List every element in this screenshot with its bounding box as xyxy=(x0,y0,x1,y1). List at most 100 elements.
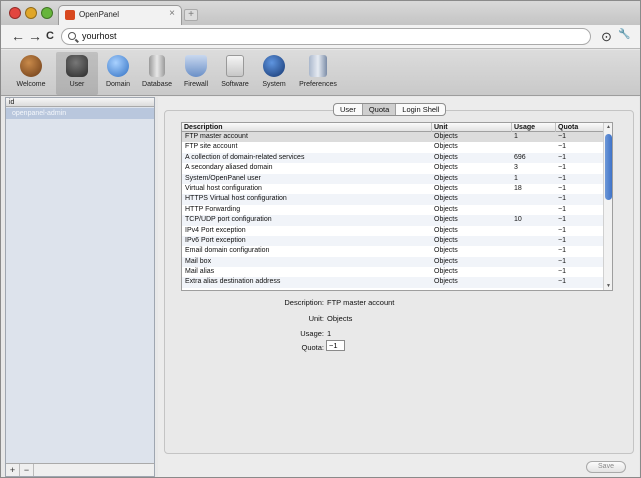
wrench-icon[interactable]: 🔧 xyxy=(618,29,630,40)
table-row[interactable]: TCP/UDP port configuration Objects 10 −1 xyxy=(182,215,605,226)
shield-icon xyxy=(185,55,207,77)
table-row[interactable]: Email domain configuration Objects −1 xyxy=(182,246,605,256)
table-header: Description Unit Usage Quota xyxy=(182,123,605,132)
toolbar-item-welcome[interactable]: Welcome xyxy=(8,52,54,95)
toolbar-item-system[interactable]: System xyxy=(251,52,297,95)
table-row[interactable]: Mail box Objects −1 xyxy=(182,256,605,268)
table-row[interactable]: A collection of domain-related services O… xyxy=(182,152,605,164)
cell-description: Mail box xyxy=(185,257,212,265)
cell-quota: −1 xyxy=(558,236,566,244)
close-window-icon[interactable] xyxy=(9,7,21,19)
table-scrollbar[interactable]: ▲ ▼ xyxy=(603,123,612,290)
table-row[interactable]: FTP master account Objects 1 −1 xyxy=(182,132,605,143)
add-button[interactable]: + xyxy=(6,464,20,476)
cell-description: IPv6 Port exception xyxy=(185,236,246,244)
section-tabs: User Quota Login Shell xyxy=(333,103,447,116)
cell-usage: 696 xyxy=(514,153,526,161)
cell-quota: −1 xyxy=(558,195,566,203)
cell-description: Virtual host configuration xyxy=(185,184,262,192)
cell-description: FTP master account xyxy=(185,133,248,140)
table-body: FTP master account Objects 1 −1 FTP site acc… xyxy=(182,132,605,288)
table-row[interactable]: A secondary aliased domain Objects 3 −1 xyxy=(182,163,605,173)
column-usage[interactable]: Usage xyxy=(512,123,556,132)
toolbar-label: Welcome xyxy=(16,81,46,88)
scroll-thumb[interactable] xyxy=(605,134,612,200)
column-quota[interactable]: Quota xyxy=(556,123,605,132)
description-label: Description: xyxy=(284,298,324,307)
navigation-bar: ← → C yourhost ⊙ 🔧 xyxy=(1,25,640,49)
tab-title: OpenPanel xyxy=(79,10,120,19)
cell-quota: −1 xyxy=(558,133,566,140)
cell-description: HTTPS Virtual host configuration xyxy=(185,195,287,203)
back-icon[interactable]: ← xyxy=(11,28,25,44)
minimize-window-icon[interactable] xyxy=(25,7,37,19)
globe-icon xyxy=(107,55,129,77)
cell-quota: −1 xyxy=(558,184,566,192)
cell-unit: Objects xyxy=(434,143,458,151)
tab-login-shell[interactable]: Login Shell xyxy=(396,104,445,115)
toolbar-label: System xyxy=(262,81,286,88)
browser-tab[interactable]: OpenPanel × xyxy=(58,5,182,25)
toolbar-item-preferences[interactable]: Preferences xyxy=(293,52,343,95)
cell-usage: 1 xyxy=(514,174,518,182)
cell-description: A secondary aliased domain xyxy=(185,164,273,172)
zoom-window-icon[interactable] xyxy=(41,7,53,19)
tab-user[interactable]: User xyxy=(334,104,363,115)
cell-description: HTTP Forwarding xyxy=(185,205,241,213)
cell-unit: Objects xyxy=(434,205,458,213)
column-unit[interactable]: Unit xyxy=(432,123,512,132)
cell-unit: Objects xyxy=(434,153,458,161)
title-bar: OpenPanel × + xyxy=(1,1,640,25)
sidebar-footer: + − xyxy=(6,463,154,476)
tab-close-icon[interactable]: × xyxy=(169,8,175,19)
main-panel: Description Unit Usage Quota FTP master … xyxy=(158,97,639,477)
cell-unit: Objects xyxy=(434,195,458,203)
reload-icon[interactable]: C xyxy=(46,28,54,44)
cell-quota: −1 xyxy=(558,247,566,255)
table-row[interactable]: System/OpenPanel user Objects 1 −1 xyxy=(182,173,605,184)
table-row[interactable]: IPv4 Port exception Objects −1 xyxy=(182,226,605,236)
scroll-down-icon[interactable]: ▼ xyxy=(605,283,612,289)
table-row[interactable]: Extra alias destination address Objects −1 xyxy=(182,277,605,288)
cell-description: Extra alias destination address xyxy=(185,278,281,286)
cell-description: System/OpenPanel user xyxy=(185,174,261,182)
toolbar-label: Preferences xyxy=(299,81,337,88)
sidebar-item-openpanel-admin[interactable]: openpanel-admin xyxy=(6,108,154,119)
address-bar[interactable]: yourhost xyxy=(61,28,591,45)
address-text: yourhost xyxy=(82,31,117,41)
welcome-icon xyxy=(20,55,42,77)
database-icon xyxy=(149,55,165,77)
tab-quota[interactable]: Quota xyxy=(362,104,397,115)
cell-unit: Objects xyxy=(434,133,458,140)
remove-button[interactable]: − xyxy=(20,464,34,476)
cell-unit: Objects xyxy=(434,247,458,255)
forward-icon[interactable]: → xyxy=(28,28,42,44)
page-menu-icon[interactable]: ⊙ xyxy=(601,29,612,45)
cell-unit: Objects xyxy=(434,278,458,286)
quota-input[interactable]: −1 xyxy=(326,340,345,351)
unit-label: Unit: xyxy=(308,314,324,323)
cell-quota: −1 xyxy=(558,205,566,213)
new-tab-button[interactable]: + xyxy=(184,9,198,21)
scroll-up-icon[interactable]: ▲ xyxy=(605,124,612,130)
table-row[interactable]: Virtual host configuration Objects 18 −1 xyxy=(182,184,605,194)
cell-description: IPv4 Port exception xyxy=(185,226,246,234)
table-row[interactable]: HTTPS Virtual host configuration Objects −… xyxy=(182,194,605,205)
table-row[interactable]: HTTP Forwarding Objects −1 xyxy=(182,205,605,215)
cell-quota: −1 xyxy=(558,216,566,224)
cell-description: Mail alias xyxy=(185,268,215,276)
table-row[interactable]: FTP site account Objects −1 xyxy=(182,142,605,152)
sidebar-header[interactable]: id xyxy=(6,98,154,107)
cell-quota: −1 xyxy=(558,257,566,265)
table-row[interactable]: IPv6 Port exception Objects −1 xyxy=(182,235,605,247)
browser-window: OpenPanel × + ← → C yourhost ⊙ 🔧 Welcome… xyxy=(0,0,641,478)
toolbar-item-user[interactable]: User xyxy=(56,52,98,95)
description-value: FTP master account xyxy=(327,298,395,307)
column-description[interactable]: Description xyxy=(182,123,432,132)
cell-unit: Objects xyxy=(434,174,458,182)
cell-quota: −1 xyxy=(558,278,566,286)
table-row[interactable]: Mail alias Objects −1 xyxy=(182,267,605,277)
save-button[interactable]: Save xyxy=(586,461,626,473)
cell-usage: 10 xyxy=(514,216,522,224)
module-toolbar: Welcome User Domain Database Firewall So… xyxy=(1,50,640,96)
